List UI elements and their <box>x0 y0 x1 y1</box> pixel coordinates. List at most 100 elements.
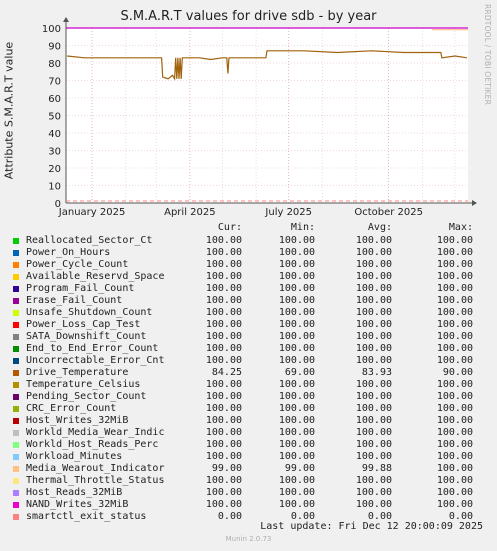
legend-value-cur: 100.00 <box>205 307 242 318</box>
legend-value-cur: 100.00 <box>205 343 242 354</box>
legend-swatch <box>13 442 19 448</box>
legend-series-name: Reallocated_Sector_Ct <box>26 235 153 246</box>
legend-value-max: 100.00 <box>436 355 473 366</box>
legend-row: SATA_Downshift_Count 100.00 100.00 100.00 10… <box>0 331 497 343</box>
legend-value-min: 100.00 <box>278 391 315 402</box>
legend-series-name: Power_Loss_Cap_Test <box>26 319 141 330</box>
legend-value-max: 100.00 <box>436 343 473 354</box>
legend-value-cur: 100.00 <box>205 499 242 510</box>
legend-value-min: 100.00 <box>278 319 315 330</box>
legend-value-cur: 84.25 <box>211 367 242 378</box>
legend-value-avg: 100.00 <box>355 247 392 258</box>
legend-row: End_to_End_Error_Count 100.00 100.00 100.00… <box>0 343 497 355</box>
legend-value-avg: 100.00 <box>355 391 392 402</box>
legend-swatch <box>13 382 19 388</box>
legend-value-max: 90.00 <box>442 367 473 378</box>
legend-row: Reallocated_Sector_Ct 100.00 100.00 100.00 1… <box>0 235 497 247</box>
legend-swatch <box>13 322 19 328</box>
legend-row: Temperature_Celsius 100.00 100.00 100.00 100… <box>0 379 497 391</box>
legend-row: CRC_Error_Count 100.00 100.00 100.00 100.00 <box>0 403 497 415</box>
legend-value-cur: 0.00 <box>217 511 242 522</box>
y-tick-label: 40 <box>48 129 61 140</box>
legend-swatch <box>13 250 19 256</box>
legend-value-avg: 100.00 <box>355 487 392 498</box>
legend-series-name: CRC_Error_Count <box>26 403 117 414</box>
legend-value-max: 100.00 <box>436 319 473 330</box>
legend-series-name: Workld_Media_Wear_Indic <box>26 427 165 438</box>
legend-header-min: Min: <box>290 222 315 233</box>
legend-value-cur: 100.00 <box>205 427 242 438</box>
y-tick-label: 60 <box>48 94 61 105</box>
y-tick-label: 90 <box>48 42 61 53</box>
legend-header-cur: Cur: <box>217 222 242 233</box>
legend-row: Unsafe_Shutdown_Count 100.00 100.00 100.00 1… <box>0 307 497 319</box>
legend-value-min: 100.00 <box>278 307 315 318</box>
legend-swatch <box>13 334 19 340</box>
legend-value-avg: 100.00 <box>355 331 392 342</box>
legend-series-name: SATA_Downshift_Count <box>26 331 147 342</box>
legend-swatch <box>13 286 19 292</box>
legend-value-min: 100.00 <box>278 247 315 258</box>
legend-row: Power_On_Hours 100.00 100.00 100.00 100.00 <box>0 247 497 259</box>
legend-value-cur: 100.00 <box>205 439 242 450</box>
legend-row: Power_Loss_Cap_Test 100.00 100.00 100.00 100… <box>0 319 497 331</box>
legend-value-min: 100.00 <box>278 343 315 354</box>
legend-value-avg: 100.00 <box>355 475 392 486</box>
legend-value-cur: 100.00 <box>205 295 242 306</box>
legend-swatch <box>13 298 19 304</box>
legend-value-min: 100.00 <box>278 283 315 294</box>
legend-series-name: Program_Fail_Count <box>26 283 135 294</box>
legend-series-name: Temperature_Celsius <box>26 379 141 390</box>
legend-row: Pending_Sector_Count 100.00 100.00 100.00 10… <box>0 391 497 403</box>
x-tick-label: April 2025 <box>164 207 215 218</box>
legend-value-min: 100.00 <box>278 295 315 306</box>
legend-value-min: 100.00 <box>278 415 315 426</box>
y-tick-label: 50 <box>48 112 61 123</box>
legend-value-cur: 100.00 <box>205 475 242 486</box>
legend-row: Program_Fail_Count 100.00 100.00 100.00 100.… <box>0 283 497 295</box>
legend-value-avg: 100.00 <box>355 307 392 318</box>
legend-value-avg: 100.00 <box>355 415 392 426</box>
legend-series-name: End_to_End_Error_Count <box>26 343 159 354</box>
legend-row: Host_Reads_32MiB 100.00 100.00 100.00 100.00 <box>0 487 497 499</box>
legend-value-cur: 100.00 <box>205 235 242 246</box>
legend-header-max: Max: <box>448 222 473 233</box>
legend-swatch <box>13 418 19 424</box>
legend-row: NAND_Writes_32MiB 100.00 100.00 100.00 100.0… <box>0 499 497 511</box>
legend-value-min: 100.00 <box>278 331 315 342</box>
legend-value-avg: 100.00 <box>355 283 392 294</box>
legend-value-avg: 100.00 <box>355 343 392 354</box>
legend-swatch <box>13 262 19 268</box>
x-axis-arrow <box>472 200 477 206</box>
legend-series-name: Available_Reservd_Space <box>26 271 165 282</box>
legend-swatch <box>13 514 19 520</box>
legend-row: Workld_Host_Reads_Perc 100.00 100.00 100.00… <box>0 439 497 451</box>
munin-version: Munin 2.0.73 <box>225 535 272 543</box>
legend-swatch <box>13 238 19 244</box>
legend-series-name: Media_Wearout_Indicator <box>26 463 165 474</box>
legend-swatch <box>13 370 19 376</box>
legend-row: Media_Wearout_Indicator 99.00 99.00 99.88 10… <box>0 463 497 475</box>
y-axis-arrow <box>63 17 69 22</box>
legend-series-name: NAND_Writes_32MiB <box>26 499 129 510</box>
legend-value-max: 100.00 <box>436 331 473 342</box>
legend-value-min: 100.00 <box>278 487 315 498</box>
legend-value-min: 69.00 <box>284 367 315 378</box>
legend-row: Uncorrectable_Error_Cnt 100.00 100.00 100.0… <box>0 355 497 367</box>
legend-value-max: 100.00 <box>436 235 473 246</box>
legend-series-name: Uncorrectable_Error_Cnt <box>26 355 165 366</box>
legend-swatch <box>13 394 19 400</box>
legend-series-name: Host_Writes_32MiB <box>26 415 129 426</box>
y-tick-label: 10 <box>48 182 61 193</box>
y-tick-label: 20 <box>48 164 61 175</box>
legend-value-cur: 100.00 <box>205 379 242 390</box>
legend-series-name: Host_Reads_32MiB <box>26 487 123 498</box>
legend-value-min: 100.00 <box>278 259 315 270</box>
legend-swatch <box>13 310 19 316</box>
legend-series-name: Pending_Sector_Count <box>26 391 147 402</box>
x-tick-label: January 2025 <box>58 207 126 218</box>
legend-value-cur: 100.00 <box>205 403 242 414</box>
legend-value-max: 100.00 <box>436 439 473 450</box>
legend-value-max: 100.00 <box>436 259 473 270</box>
legend-series-name: Workld_Host_Reads_Perc <box>26 439 159 450</box>
